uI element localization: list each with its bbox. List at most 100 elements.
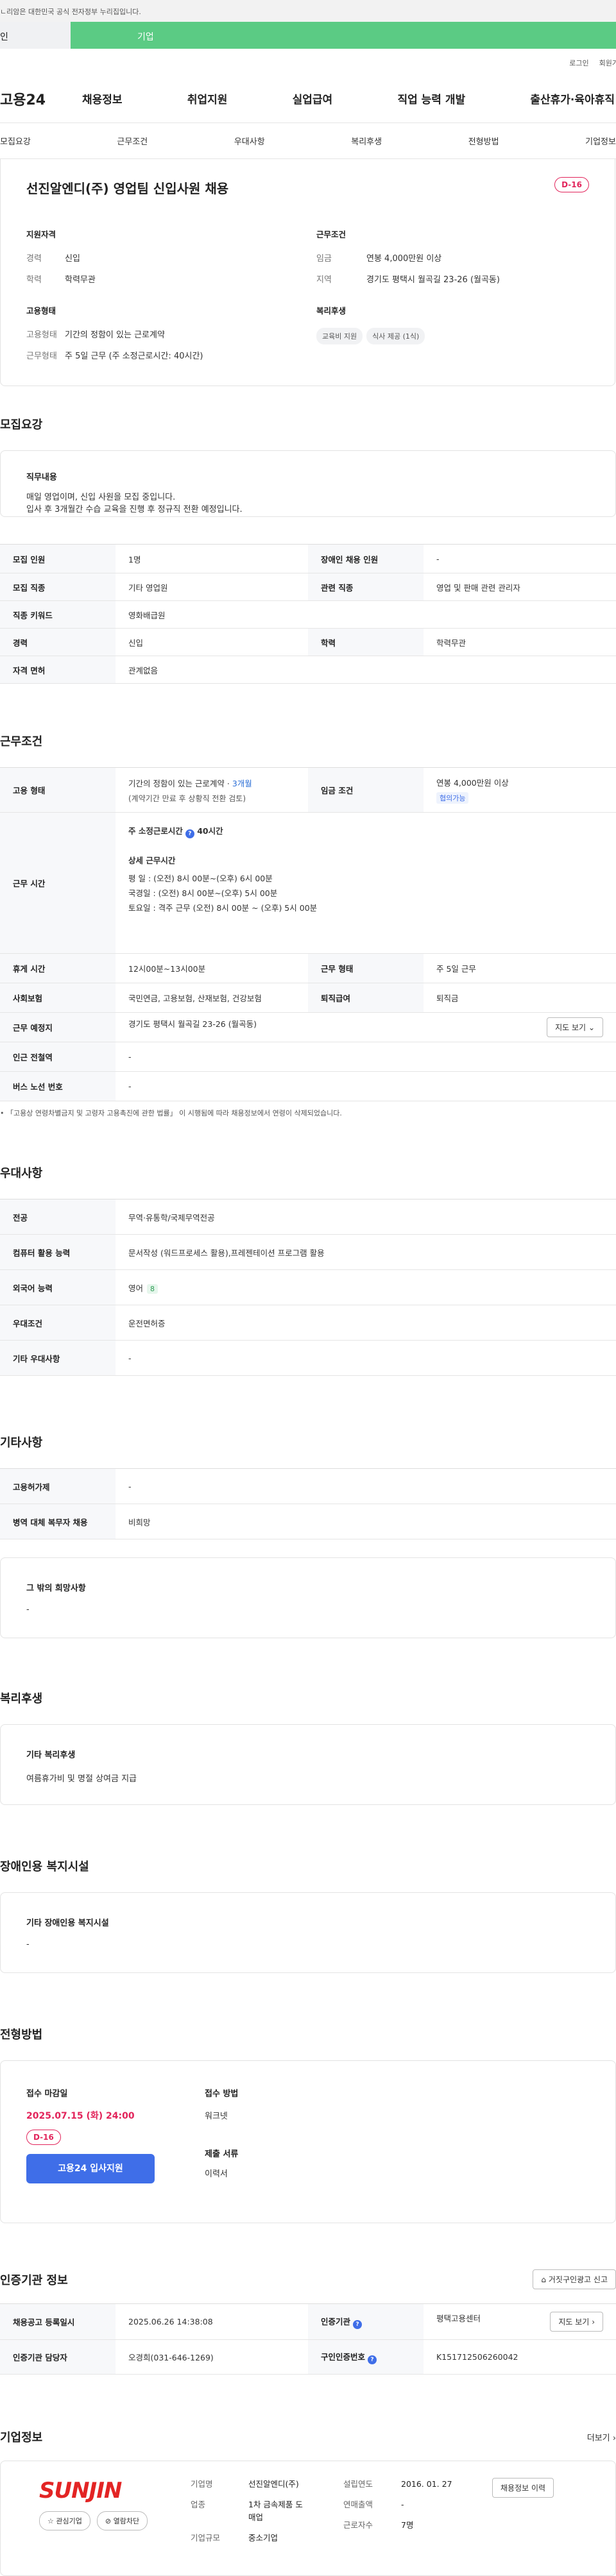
company-more-link[interactable]: 더보기 › [587,2431,616,2443]
area-value: 경기도 평택시 월곡길 23-26 (월곡동) [366,275,500,285]
gnb-parental-leave[interactable]: 출산휴가·육아휴직 [530,90,615,106]
table-row: 모집 직종 기타 영업원 관련 직종 영업 및 판매 관련 관리자 [0,573,616,601]
table-row: 채용공고 등록일시 2025.06.26 14:38:08 인증기관? 평택고용… [0,2303,616,2340]
block-view-button[interactable]: ⊘ 열람차단 [96,2511,148,2530]
row-label: 병역 대체 복무자 채용 [0,1504,116,1539]
row-value: 주 5일 근무 [424,953,616,983]
welfare-box-heading: 기타 복리후생 [26,1750,76,1760]
location-value: 경기도 평택시 월곡길 23-26 (월곡동) [128,1019,257,1029]
row-label: 임금 조건 [308,767,424,813]
map-button[interactable]: 지도 보기 › [550,2312,603,2332]
row-label: 컴퓨터 활용 능력 [0,1234,116,1270]
age-note: • 「고용상 연령차별금지 및 고령자 고용촉진에 관한 법률」 이 시행됨에 … [0,1109,342,1117]
table-row: 고용 형태 기간의 정함이 있는 근로계약 · 3개월 (계약기간 만료 후 상황… [0,767,616,813]
tab-business[interactable]: 기업 [71,22,616,49]
conditions-title: 근무조건 [0,735,43,749]
cert-section: 인증기관 정보 ⌂ 거짓구인광고 신고 채용공고 등록일시 2025.06.26… [0,2269,616,2375]
employees-label: 근로자수 [343,2520,373,2530]
company-card: SUNJIN ☆ 관심기업 ⊘ 열람차단 기업명 선진알엔디(주) 업종 1차 금속… [0,2461,616,2576]
employment-type-value: 기간의 정함이 있는 근로계약 [65,330,165,340]
gnb-vocational-training[interactable]: 직업 능력 개발 [397,90,465,106]
language-level-badge: 8 [147,1284,158,1294]
tab-conditions[interactable]: 근무조건 [117,135,148,147]
row-value: 신입 [116,628,308,656]
row-label: 인증기관 [321,2316,351,2326]
gnb-unemployment-benefit[interactable]: 실업급여 [293,90,333,106]
table-row: 인증기관 담당자 오경희(031-646-1269) 구인인증번호? K1517… [0,2339,616,2375]
row-value: 무역·유통학/국제무역전공 [116,1199,616,1235]
gnb-employment-support[interactable]: 취업지원 [187,90,228,106]
tab-welfare[interactable]: 복리후생 [351,135,382,147]
preference-section: 우대사항 전공 무역·유통학/국제무역전공 컴퓨터 활용 능력 문서작성 (워드프로… [0,1164,616,1376]
join-link[interactable]: 회원가 [599,58,616,74]
tab-process[interactable]: 전형방법 [468,135,499,147]
site-logo[interactable]: 고용24 [0,89,82,109]
job-summary-card: 선진알엔디(주) 영업팀 신입사원 채용 D-16 지원자격 경력 신입 학력 학력… [0,159,615,386]
row-value: 영화배급원 [116,600,616,629]
row-value: 퇴직금 [424,983,616,1013]
gnb-jobs[interactable]: 채용정보 [82,90,123,106]
row-label: 인증기관 담당자 [0,2339,116,2375]
table-row: 인근 전철역 - [0,1042,616,1072]
industry-label: 업종 [191,2500,206,2509]
row-label: 고용허가제 [0,1468,116,1504]
preference-table: 전공 무역·유통학/국제무역전공 컴퓨터 활용 능력 문서작성 (워드프로세스 활용… [0,1199,616,1376]
table-row: 병역 대체 복무자 채용 비희망 [0,1504,616,1539]
info-icon[interactable]: ? [353,2319,363,2329]
chevron-right-icon: › [592,2318,595,2326]
apply-button[interactable]: 고용24 입사지원 [26,2154,155,2183]
report-fake-ad-button[interactable]: ⌂ 거짓구인광고 신고 [533,2269,616,2289]
row-label: 우대조건 [0,1305,116,1341]
welfare-chip: 교육비 지원 [316,328,363,344]
row-value: 비희망 [116,1504,616,1539]
education-value: 학력무관 [65,275,96,285]
map-button[interactable]: 지도 보기 ⌄ [547,1017,603,1037]
tab-company[interactable]: 기업정보 [585,135,616,147]
recruit-section: 모집요강 직무내용 매일 영업이며, 신입 사원을 모집 중입니다. 입사 후 … [0,416,616,684]
disabled-facility-title: 장애인용 복지시설 [0,1860,89,1874]
industry-value: 1차 금속제품 도 [248,2500,303,2509]
dday-badge: D-16 [26,2130,61,2145]
cert-title: 인증기관 정보 [0,2273,68,2287]
area-label: 지역 [316,275,332,285]
table-row: 모집 인원 1명 장애인 채용 인원 - [0,544,616,573]
row-label: 채용공고 등록일시 [0,2303,116,2340]
negotiable-tag: 협의가능 [436,792,469,804]
gov-banner: ㄴ리암은 대한민국 공식 전자정부 누리집입니다. [0,0,616,22]
chevron-right-icon: › [612,2433,616,2443]
process-section: 전형방법 접수 마감일 2025.07.15 (화) 24:00 D-16 고용… [0,2026,616,2223]
deadline-value: 2025.07.15 (화) 24:00 [26,2111,135,2121]
welfare-box: 기타 복리후생 여름휴가비 및 명절 상여금 지급 [0,1724,616,1805]
welfare-chip: 식사 제공 (1식) [366,328,425,344]
help-icon[interactable]: ? [185,829,194,838]
company-logo: SUNJIN [39,2478,122,2504]
star-icon: ☆ [47,2517,54,2525]
hiring-history-button[interactable]: 채용정보 이력 [492,2478,554,2498]
row-value: 오경희(031-646-1269) [116,2339,308,2375]
duty-heading: 직무내용 [26,473,57,482]
row-value: - [116,1468,616,1504]
tab-personal[interactable]: 인 [0,22,71,49]
utility-menu: 로그인 회원가 [0,49,616,74]
row-label: 학력 [308,628,424,656]
method-value: 워크넷 [205,2112,228,2121]
row-value: - [116,1071,616,1101]
detail-hours-heading: 상세 근무시간 [128,856,176,865]
company-name-value: 선진알엔디(주) [248,2479,299,2489]
table-row: 근무 시간 주 소정근로시간? 40시간 상세 근무시간 평 일 : (오전) … [0,812,616,954]
row-label: 전공 [0,1199,116,1235]
row-label: 근무 시간 [0,812,116,954]
login-link[interactable]: 로그인 [569,58,588,74]
qualification-heading: 지원자격 [26,230,56,239]
row-value: 1명 [116,544,308,573]
detail-hours-line: 국경일 : (오전) 8시 00분~(오후) 5시 00분 [128,888,278,898]
tab-preference[interactable]: 우대사항 [234,135,265,147]
company-size-value: 중소기업 [248,2533,278,2543]
favorite-company-button[interactable]: ☆ 관심기업 [39,2511,90,2530]
row-value: - [424,544,616,573]
other-table: 고용허가제 - 병역 대체 복무자 채용 비희망 [0,1468,616,1539]
other-hope-heading: 그 밖의 희망사항 [26,1584,86,1593]
info-icon[interactable]: ? [368,2355,377,2364]
tab-recruit[interactable]: 모집요강 [0,135,31,147]
wage-value: 연봉 4,000만원 이상 [436,778,509,788]
